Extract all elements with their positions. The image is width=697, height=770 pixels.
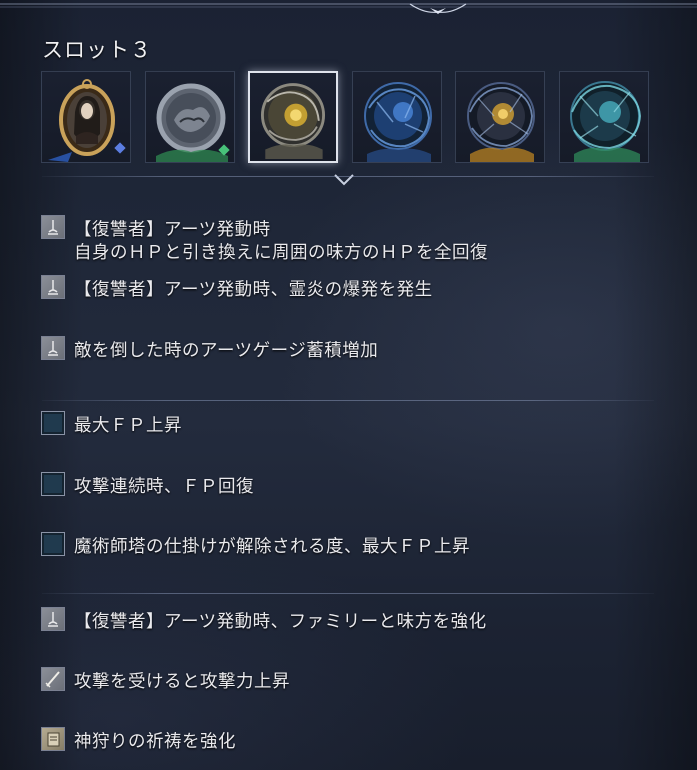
slot-icon-5[interactable] <box>455 71 545 163</box>
slot-title: スロット３ <box>42 38 152 62</box>
fp-blue-icon <box>41 411 65 435</box>
fp-blue-icon <box>41 532 65 556</box>
slot-icon-4[interactable] <box>352 71 442 163</box>
golden-relic-orb-icon <box>260 83 326 160</box>
relic-icon-row <box>41 71 653 163</box>
divider-line <box>42 400 654 401</box>
effect-text-line2: 自身のＨＰと引き換えに周囲の味方のＨＰを全回復 <box>74 243 488 263</box>
pendant-portrait-icon <box>48 79 126 162</box>
sword-attack-icon <box>41 667 65 691</box>
effect-text: 魔術師塔の仕掛けが解除される度、最大ＦＰ上昇 <box>74 537 470 557</box>
gray-relic-orb-icon <box>156 83 230 162</box>
fp-blue-icon <box>41 472 65 496</box>
relic-slot-panel: スロット３ 【復讐者】アーツ発動時 自身のＨＰと引き換えに周囲の味方のＨＰを全回… <box>0 0 697 770</box>
incantation-scroll-icon <box>41 727 65 751</box>
divider-line <box>42 593 654 594</box>
effect-text: 【復讐者】アーツ発動時、ファミリーと味方を強化 <box>74 612 487 632</box>
revenant-arts-icon <box>41 607 65 631</box>
slot-icon-6[interactable] <box>559 71 649 163</box>
revenant-arts-icon <box>41 215 65 239</box>
top-ornament <box>0 3 697 14</box>
effect-text: 敵を倒した時のアーツゲージ蓄積増加 <box>74 341 379 361</box>
effect-text: 神狩りの祈祷を強化 <box>74 732 236 752</box>
effect-text: 【復讐者】アーツ発動時、霊炎の爆発を発生 <box>74 280 433 300</box>
effect-text: 攻撃を受けると攻撃力上昇 <box>74 672 290 692</box>
effect-text: 攻撃連続時、ＦＰ回復 <box>74 477 254 497</box>
slot-icon-2[interactable] <box>145 71 235 163</box>
revenant-arts-icon <box>41 275 65 299</box>
teal-relic-orb-icon <box>570 81 642 162</box>
slot-icon-1[interactable] <box>41 71 131 163</box>
amber-relic-orb-icon <box>467 82 535 162</box>
effect-text: 最大ＦＰ上昇 <box>74 416 182 436</box>
slot-icon-3-selected[interactable] <box>248 71 338 163</box>
divider-line <box>42 176 654 177</box>
revenant-arts-icon <box>41 336 65 360</box>
blue-relic-orb-icon <box>364 82 432 162</box>
effect-text: 【復讐者】アーツ発動時 <box>74 220 271 240</box>
